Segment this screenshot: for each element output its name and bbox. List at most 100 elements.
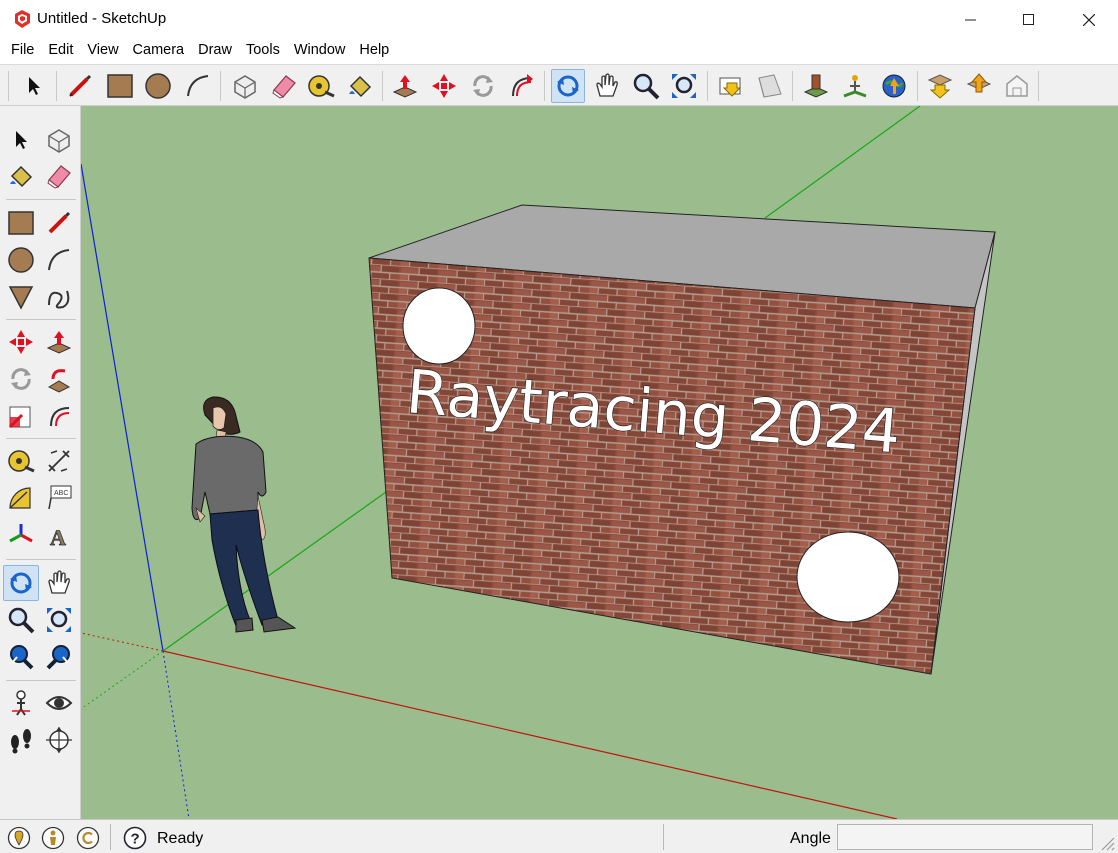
help-instructor-icon[interactable]: ? [123,826,147,850]
move-tool-button[interactable] [427,69,461,103]
share-model-button[interactable] [753,69,787,103]
polygon-button-left[interactable] [3,279,39,315]
orbit-tool-button[interactable] [551,69,585,103]
menu-view[interactable]: View [80,39,125,63]
measurements-input[interactable] [837,824,1093,850]
tape-measure-tool-button[interactable] [304,69,338,103]
menu-help[interactable]: Help [352,39,396,63]
credits-icon[interactable] [41,826,65,850]
toggle-terrain-button[interactable] [838,69,872,103]
geolocation-icon[interactable] [7,826,31,850]
make-component-button-left[interactable] [41,122,77,158]
menu-edit[interactable]: Edit [41,39,80,63]
pan-tool-button[interactable] [590,69,624,103]
eraser-icon [272,75,296,99]
orbit-icon [557,75,579,97]
tape-measure-button-left[interactable] [3,443,39,479]
preview-google-earth-button[interactable] [877,69,911,103]
text-label-icon: ABC [48,485,72,510]
add-location-button[interactable] [799,69,833,103]
maximize-icon [1023,13,1034,25]
zoom-icon [633,73,660,100]
extension-warehouse-icon [1006,75,1028,97]
pan-button-left[interactable] [41,565,77,601]
position-camera-icon [12,690,30,716]
rotate-tool-button[interactable] [466,69,500,103]
previous-view-button-left[interactable] [3,639,39,675]
zoom-extents-icon [672,74,696,98]
look-around-button-left[interactable] [41,685,77,721]
share-model-icon [758,74,782,98]
next-view-button-left[interactable] [41,639,77,675]
window-title: Untitled - SketchUp [37,10,167,27]
line-tool-button[interactable] [63,69,97,103]
rotate-button-left[interactable] [3,361,39,397]
resize-grip-icon[interactable] [1098,834,1116,852]
follow-me-tool-button[interactable] [504,69,538,103]
freehand-button-left[interactable] [41,279,77,315]
select-tool-button-left[interactable] [3,122,39,158]
orbit-button-left[interactable] [3,565,39,601]
share-component-icon [966,73,992,93]
menu-camera[interactable]: Camera [126,39,192,63]
eraser-button-left[interactable] [41,158,77,194]
make-component-button[interactable] [228,69,262,103]
minimize-icon [965,19,976,20]
3d-text-icon: A [50,525,67,549]
arc-icon [48,249,70,271]
zoom-tool-button[interactable] [629,69,663,103]
rectangle-tool-button[interactable] [103,69,137,103]
arc-button-left[interactable] [41,242,77,278]
paint-bucket-button-left[interactable] [3,158,39,194]
offset-button-left[interactable] [41,398,77,434]
zoom-extents-button-left[interactable] [41,602,77,638]
make-component-icon [234,75,256,99]
select-tool-button[interactable] [17,69,51,103]
maximize-button[interactable] [1000,0,1058,39]
zoom-button-left[interactable] [3,602,39,638]
paint-bucket-icon [349,75,372,98]
axes-button-left[interactable] [3,517,39,553]
line-button-left[interactable] [41,205,77,241]
move-button-left[interactable] [3,324,39,360]
copyright-icon[interactable] [76,826,100,850]
push-pull-button-left[interactable] [41,324,77,360]
arc-tool-button[interactable] [181,69,215,103]
circle-button-left[interactable] [3,242,39,278]
text-button-left[interactable]: ABC [41,480,77,516]
push-pull-icon [46,331,72,354]
walk-button-left[interactable] [3,722,39,758]
zoom-icon [8,607,35,634]
footprints-icon [11,729,31,754]
protractor-icon [9,487,31,509]
zoom-extents-tool-button[interactable] [667,69,701,103]
circle-tool-button[interactable] [141,69,175,103]
share-component-button[interactable] [962,69,996,103]
protractor-button-left[interactable] [3,480,39,516]
menu-window[interactable]: Window [287,39,353,63]
menu-draw[interactable]: Draw [191,39,239,63]
rectangle-button-left[interactable] [3,205,39,241]
extension-warehouse-button[interactable] [1000,69,1034,103]
close-button[interactable] [1060,0,1118,39]
move-icon [432,74,456,98]
position-camera-button-left[interactable] [3,685,39,721]
section-plane-button-left[interactable] [41,722,77,758]
follow-me-button-left[interactable] [41,361,77,397]
drawing-viewport[interactable]: Raytracing 2024 [81,106,1118,819]
paint-bucket-tool-button[interactable] [343,69,377,103]
minimize-button[interactable] [942,0,1000,39]
eraser-tool-button[interactable] [267,69,301,103]
3d-text-button-left[interactable]: A [41,517,77,553]
menu-file[interactable]: File [4,39,41,63]
top-left-hole [402,287,476,365]
red-axis-line [162,650,898,819]
get-models-3d-button[interactable] [923,69,957,103]
scale-button-left[interactable] [3,398,39,434]
get-models-button[interactable] [714,69,748,103]
push-pull-tool-button[interactable] [388,69,422,103]
follow-me-icon [47,369,71,393]
menu-tools[interactable]: Tools [239,39,287,63]
rectangle-icon [107,74,133,98]
dimension-button-left[interactable] [41,443,77,479]
